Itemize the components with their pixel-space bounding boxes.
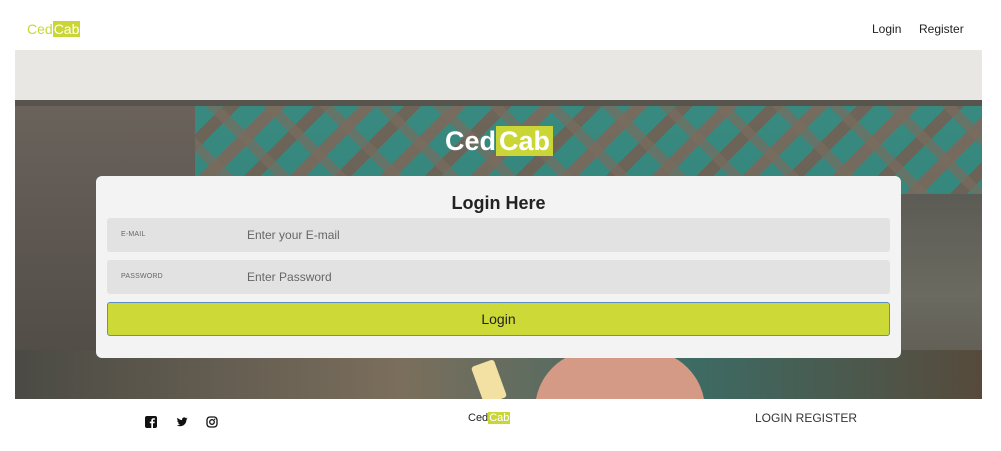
hero-title-ced: Ced (445, 126, 497, 156)
nav-login-link[interactable]: Login (872, 22, 901, 36)
footer-logo-ced: Ced (468, 412, 489, 424)
header-logo[interactable]: CedCab (27, 21, 81, 37)
instagram-icon[interactable] (206, 416, 218, 428)
logo-text-ced: Ced (27, 21, 53, 37)
footer-logo[interactable]: CedCab (468, 412, 511, 424)
password-input[interactable] (247, 260, 877, 294)
hero-logo-title: Ced Cab (445, 124, 554, 158)
email-label: E-MAIL (121, 231, 146, 238)
footer-logo-cab: Cab (488, 412, 511, 424)
site-header: CedCab Login Register (0, 0, 1001, 50)
logo-text-cab: Cab (52, 21, 81, 37)
login-button[interactable]: Login (107, 302, 890, 336)
facebook-icon[interactable] (145, 416, 157, 428)
hero-background-roof (15, 50, 982, 100)
nav-register-link[interactable]: Register (919, 22, 964, 36)
twitter-icon[interactable] (176, 416, 188, 428)
footer-links[interactable]: LOGIN REGISTER (755, 411, 857, 425)
password-field-row: PASSWORD (107, 260, 890, 294)
login-title: Login Here (451, 193, 546, 213)
login-card: Login Here E-MAIL PASSWORD Login (96, 176, 901, 358)
hero-title-cab: Cab (496, 126, 554, 156)
site-footer: CedCab LOGIN REGISTER (0, 399, 1001, 451)
email-input[interactable] (247, 218, 877, 252)
email-field-row: E-MAIL (107, 218, 890, 252)
password-label: PASSWORD (121, 273, 163, 280)
